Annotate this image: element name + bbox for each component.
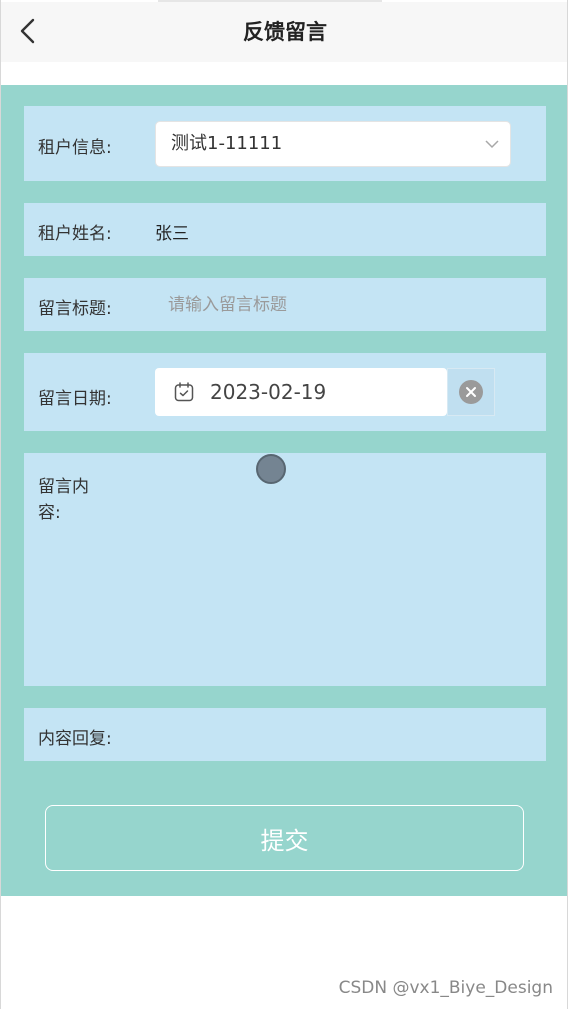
message-date-value: 2023-02-19	[210, 380, 327, 404]
clear-icon	[459, 380, 483, 404]
message-date-picker[interactable]: 2023-02-19	[155, 368, 447, 416]
submit-button[interactable]: 提交	[45, 805, 524, 871]
calendar-icon	[174, 382, 194, 402]
message-content-row: 留言内容:	[24, 453, 546, 686]
message-date-label: 留言日期:	[38, 389, 112, 409]
touch-cursor-indicator	[256, 454, 286, 484]
feedback-page: 反馈留言 租户信息: 测试1-11111 租户姓名: 张三 留言标题: 留言日期…	[0, 0, 568, 1009]
tenant-name-value: 张三	[155, 224, 189, 244]
message-content-textarea[interactable]	[149, 463, 538, 677]
message-content-label: 留言内容:	[38, 477, 89, 523]
tenant-info-label: 租户信息:	[38, 138, 112, 158]
page-title: 反馈留言	[243, 20, 327, 44]
feedback-form: 租户信息: 测试1-11111 租户姓名: 张三 留言标题: 留言日期:	[1, 85, 567, 896]
message-date-row: 留言日期: 2023-02-19	[24, 353, 546, 431]
message-title-row: 留言标题:	[24, 278, 546, 331]
message-title-input[interactable]	[155, 290, 538, 320]
tenant-info-select[interactable]: 测试1-11111	[155, 121, 511, 167]
reply-label: 内容回复:	[38, 729, 112, 749]
watermark: CSDN @vx1_Biye_Design	[338, 978, 553, 998]
tenant-info-row: 租户信息: 测试1-11111	[24, 106, 546, 181]
reply-row: 内容回复:	[24, 708, 546, 761]
page-header: 反馈留言	[1, 2, 567, 62]
clear-date-button[interactable]	[447, 368, 495, 416]
tenant-name-row: 租户姓名: 张三	[24, 203, 546, 256]
chevron-down-icon	[485, 140, 499, 149]
tenant-info-selected-value: 测试1-11111	[171, 133, 283, 154]
tenant-name-label: 租户姓名:	[38, 224, 112, 244]
message-title-label: 留言标题:	[38, 299, 112, 319]
